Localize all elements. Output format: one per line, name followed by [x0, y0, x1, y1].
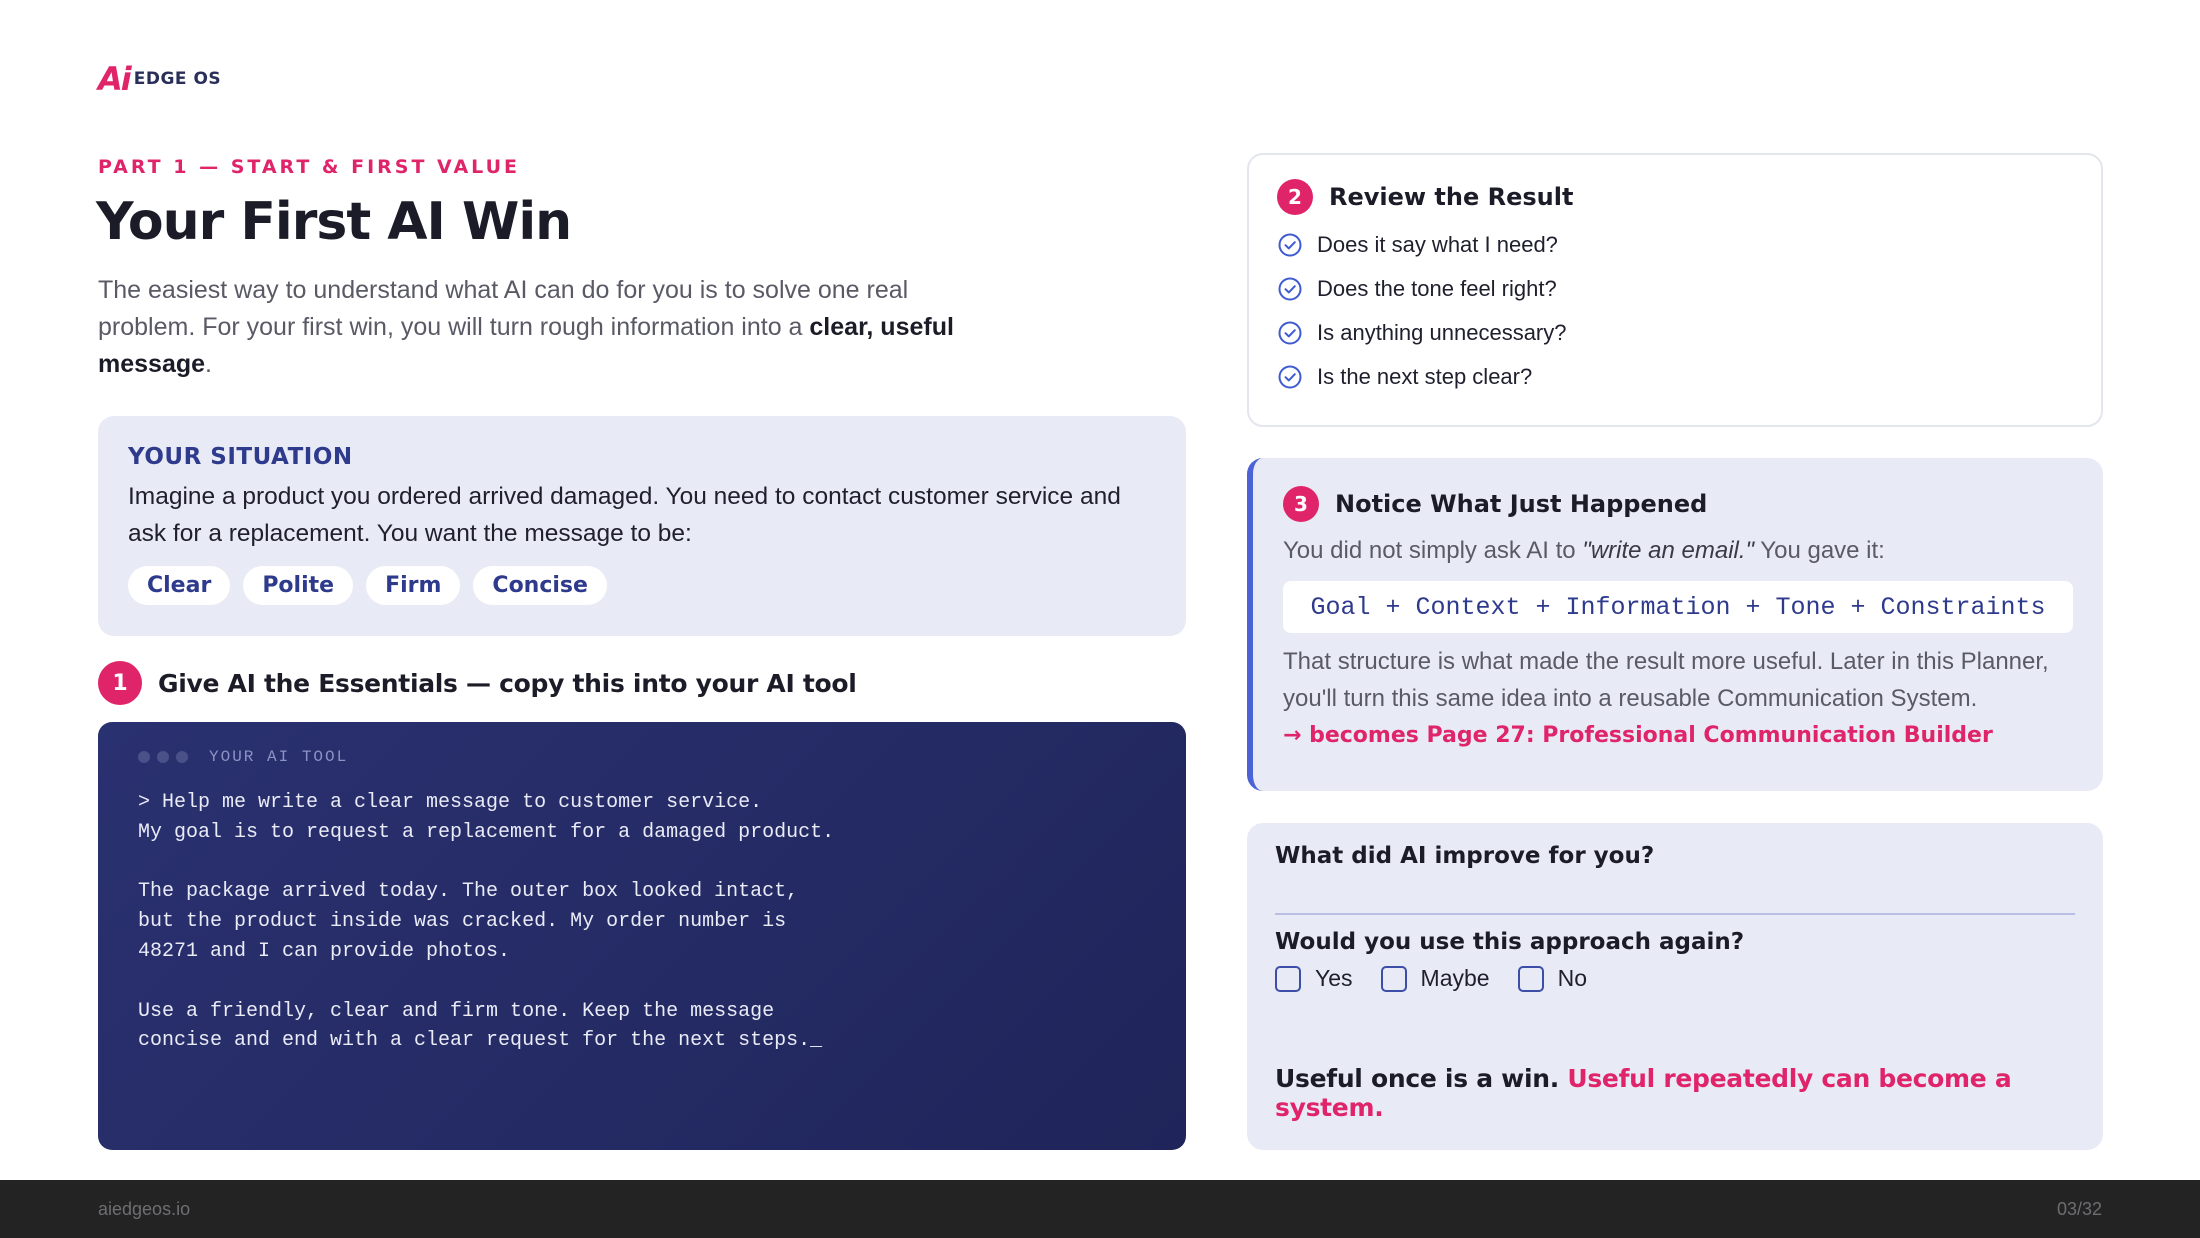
checklist-text: Does it say what I need?: [1317, 232, 1558, 257]
check-circle-icon: [1278, 277, 1302, 301]
checklist-text: Does the tone feel right?: [1317, 276, 1557, 301]
section-eyebrow: PART 1 — START & FIRST VALUE: [98, 156, 520, 178]
option-label: Maybe: [1420, 965, 1490, 991]
reflection-card: What did AI improve for you? Would you u…: [1247, 823, 2103, 1150]
intro-paragraph: The easiest way to understand what AI ca…: [98, 272, 978, 383]
tone-pills: Clear Polite Firm Concise: [128, 566, 1156, 605]
notice-lead-end: You gave it:: [1754, 537, 1885, 564]
notice-lead-text: You did not simply ask AI to: [1283, 537, 1583, 564]
step-1-heading: 1 Give AI the Essentials — copy this int…: [98, 661, 857, 705]
window-dot-icon: [157, 751, 169, 763]
situation-text: Imagine a product you ordered arrived da…: [128, 483, 1121, 547]
terminal-header: YOUR AI TOOL: [138, 748, 1146, 766]
footer-site[interactable]: aiedgeos.io: [98, 1199, 190, 1220]
notice-lead: You did not simply ask AI to "write an e…: [1283, 532, 2073, 569]
checklist-item: Does it say what I need?: [1277, 223, 2073, 267]
situation-heading: YOUR SITUATION: [128, 444, 353, 470]
pill-firm: Firm: [366, 566, 461, 605]
option-label: No: [1557, 965, 1587, 991]
check-circle-icon: [1278, 233, 1302, 257]
notice-quote: "write an email.": [1582, 537, 1755, 564]
review-checklist: Does it say what I need? Does the tone f…: [1277, 223, 2073, 399]
page-footer: aiedgeos.io 03/32: [0, 1180, 2200, 1238]
formula-box: Goal + Context + Information + Tone + Co…: [1283, 581, 2073, 633]
page-reference-link[interactable]: → becomes Page 27: Professional Communic…: [1283, 723, 2073, 748]
step-number-badge: 3: [1283, 486, 1319, 522]
step-number-badge: 2: [1277, 179, 1313, 215]
review-card: 2 Review the Result Does it say what I n…: [1247, 153, 2103, 427]
option-maybe[interactable]: Maybe: [1380, 965, 1490, 992]
closing-plain: Useful once is a win.: [1275, 1064, 1559, 1093]
checkbox[interactable]: [1380, 965, 1407, 992]
checklist-item: Is the next step clear?: [1277, 355, 2073, 399]
intro-end: .: [205, 350, 212, 378]
answer-line[interactable]: [1275, 913, 2075, 915]
window-dot-icon: [138, 751, 150, 763]
check-circle-icon: [1278, 365, 1302, 389]
review-heading: 2 Review the Result: [1277, 179, 2073, 215]
check-circle-icon: [1278, 321, 1302, 345]
page-number: 03/32: [2056, 1198, 2102, 1219]
option-yes[interactable]: Yes: [1275, 965, 1353, 992]
notice-body: That structure is what made the result m…: [1283, 648, 2049, 712]
pill-clear: Clear: [128, 566, 231, 605]
answer-options: Yes Maybe No: [1275, 965, 2075, 992]
situation-card: YOUR SITUATION Imagine a product you ord…: [98, 416, 1186, 636]
step-title: Give AI the Essentials — copy this into …: [158, 668, 857, 698]
option-no[interactable]: No: [1517, 965, 1587, 992]
page-title: Your First AI Win: [96, 192, 572, 252]
checkbox[interactable]: [1517, 965, 1544, 992]
checkbox[interactable]: [1275, 965, 1301, 992]
prompt-terminal[interactable]: YOUR AI TOOL > Help me write a clear mes…: [98, 722, 1186, 1150]
prompt-code[interactable]: > Help me write a clear message to custo…: [138, 788, 1146, 1056]
checklist-text: Is anything unnecessary?: [1317, 320, 1567, 345]
pill-polite: Polite: [243, 566, 354, 605]
reflection-question-2: Would you use this approach again?: [1275, 929, 1745, 955]
terminal-label: YOUR AI TOOL: [209, 748, 349, 766]
notice-heading: 3 Notice What Just Happened: [1283, 486, 2073, 522]
checklist-item: Is anything unnecessary?: [1277, 311, 2073, 355]
logo-mark: Ai: [98, 60, 132, 98]
notice-title: Notice What Just Happened: [1335, 490, 1708, 518]
pill-concise: Concise: [473, 566, 607, 605]
logo-text: EDGE OS: [133, 69, 222, 89]
checklist-item: Does the tone feel right?: [1277, 267, 2073, 311]
review-title: Review the Result: [1329, 183, 1574, 211]
notice-card: 3 Notice What Just Happened You did not …: [1247, 458, 2103, 791]
option-label: Yes: [1315, 965, 1353, 991]
checklist-text: Is the next step clear?: [1317, 364, 1533, 389]
reflection-question-1: What did AI improve for you?: [1275, 843, 1655, 869]
intro-text: The easiest way to understand what AI ca…: [98, 276, 909, 341]
window-dot-icon: [176, 751, 188, 763]
step-number-badge: 1: [98, 661, 142, 705]
closing-statement: Useful once is a win. Useful repeatedly …: [1275, 1064, 2103, 1122]
brand-logo: Ai EDGE OS: [98, 60, 221, 98]
